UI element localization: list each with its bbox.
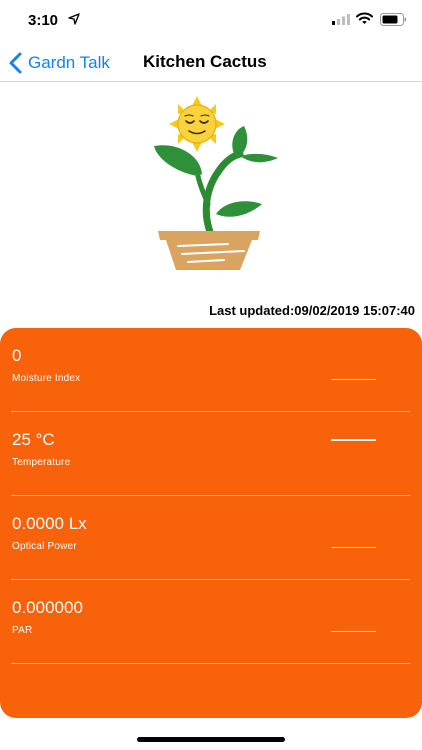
- wifi-icon: [356, 12, 373, 24]
- location-arrow-icon: [68, 13, 80, 25]
- par-label: PAR: [12, 625, 33, 636]
- sensor-row-optical-power[interactable]: 0.0000 Lx Optical Power: [0, 496, 422, 580]
- battery-icon: [380, 13, 407, 26]
- sensor-row-par[interactable]: 0.000000 PAR: [0, 580, 422, 664]
- moisture-value: 0: [12, 346, 22, 365]
- status-time: 3:10: [28, 12, 59, 29]
- temperature-trend-line: [331, 439, 376, 441]
- optical-power-trend-line: [331, 547, 376, 548]
- last-updated-text: Last updated:09/02/2019 15:07:40: [209, 303, 415, 318]
- temperature-value: 25 °C: [12, 430, 55, 449]
- navigation-bar: Gardn Talk Kitchen Cactus: [0, 44, 422, 82]
- moisture-trend-line: [331, 379, 376, 380]
- status-bar: 3:10: [0, 0, 422, 44]
- par-value: 0.000000: [12, 598, 83, 617]
- home-indicator[interactable]: [137, 737, 285, 742]
- moisture-label: Moisture Index: [12, 373, 81, 384]
- par-trend-line: [331, 631, 376, 632]
- temperature-label: Temperature: [12, 457, 71, 468]
- signal-icon: [332, 14, 350, 25]
- sensor-row-temperature[interactable]: 25 °C Temperature: [0, 412, 422, 496]
- optical-power-value: 0.0000 Lx: [12, 514, 87, 533]
- page-title: Kitchen Cactus: [143, 52, 267, 71]
- row-divider: [11, 663, 410, 664]
- back-button[interactable]: Gardn Talk: [8, 50, 110, 76]
- plant-with-sun-illustration: [154, 96, 278, 270]
- sensor-row-moisture[interactable]: 0 Moisture Index: [0, 328, 422, 412]
- back-button-label: Gardn Talk: [28, 53, 110, 72]
- optical-power-label: Optical Power: [12, 541, 77, 552]
- chevron-left-icon: [9, 52, 22, 74]
- sensor-card: 0 Moisture Index 25 °C Temperature 0.000…: [0, 328, 422, 718]
